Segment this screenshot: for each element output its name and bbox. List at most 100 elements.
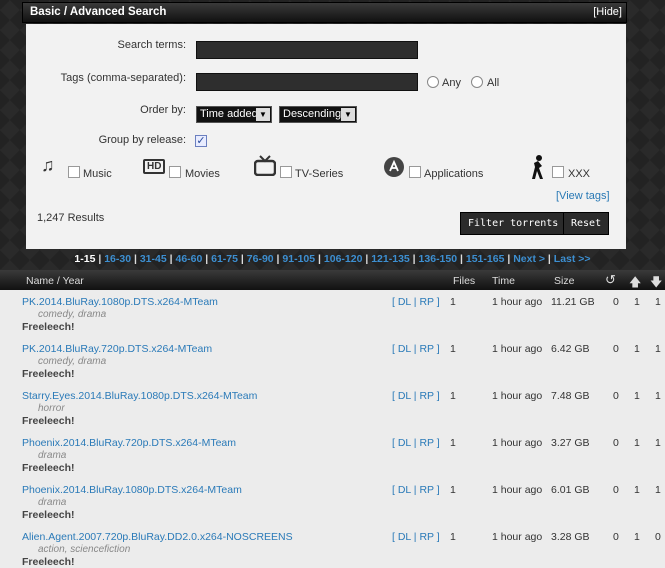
files-count: 1 bbox=[450, 390, 456, 402]
torrent-tags: comedy, drama bbox=[38, 356, 107, 367]
category-movies-checkbox[interactable] bbox=[169, 166, 181, 178]
page-link[interactable]: 136-150 bbox=[419, 253, 458, 265]
download-link[interactable]: DL bbox=[398, 296, 411, 308]
size-value: 3.28 GB bbox=[551, 531, 590, 543]
time-added: 1 hour ago bbox=[492, 531, 543, 543]
search-header: Basic / Advanced Search [Hide] bbox=[22, 2, 627, 23]
seeders-count: 1 bbox=[634, 343, 640, 355]
report-link[interactable]: RP bbox=[419, 390, 433, 402]
table-row: PK.2014.BluRay.720p.DTS.x264-MTeam comedy… bbox=[0, 337, 665, 384]
col-size[interactable]: Size bbox=[554, 275, 574, 287]
category-applications-checkbox[interactable] bbox=[409, 166, 421, 178]
category-xxx-label: XXX bbox=[568, 168, 591, 180]
torrent-name-link[interactable]: PK.2014.BluRay.720p.DTS.x264-MTeam bbox=[22, 343, 212, 355]
page-current: 1-15 bbox=[74, 253, 96, 265]
seeders-count: 1 bbox=[634, 437, 640, 449]
page-link[interactable]: 76-90 bbox=[247, 253, 274, 265]
page-link[interactable]: 121-135 bbox=[371, 253, 410, 265]
page-link[interactable]: 16-30 bbox=[104, 253, 131, 265]
page-link[interactable]: 91-105 bbox=[282, 253, 315, 265]
torrent-name-link[interactable]: PK.2014.BluRay.1080p.DTS.x264-MTeam bbox=[22, 296, 218, 308]
results-table-header: Name / Year Files Time Size ↺ 🡅 🡇 bbox=[0, 270, 665, 290]
files-count: 1 bbox=[450, 296, 456, 308]
report-link[interactable]: RP bbox=[419, 343, 433, 355]
page-link[interactable]: 61-75 bbox=[211, 253, 238, 265]
tags-all-label: All bbox=[487, 77, 500, 89]
chevron-down-icon: ▼ bbox=[341, 108, 355, 121]
size-value: 7.48 GB bbox=[551, 390, 590, 402]
snatched-count: 0 bbox=[613, 531, 619, 543]
category-music-checkbox[interactable] bbox=[68, 166, 80, 178]
col-files[interactable]: Files bbox=[453, 275, 475, 287]
table-row: Starry.Eyes.2014.BluRay.1080p.DTS.x264-M… bbox=[0, 384, 665, 431]
category-xxx-checkbox[interactable] bbox=[552, 166, 564, 178]
seeders-count: 1 bbox=[634, 390, 640, 402]
download-link[interactable]: DL bbox=[398, 390, 411, 402]
order-direction-select[interactable]: Descending ▼ bbox=[279, 106, 357, 123]
order-field-select[interactable]: Time added ▼ bbox=[196, 106, 272, 123]
dl-rp-links: [ DL | RP ] bbox=[392, 343, 440, 355]
filter-torrents-button[interactable]: Filter torrents bbox=[460, 212, 567, 235]
snatched-icon[interactable]: ↺ bbox=[605, 272, 616, 288]
torrent-name-link[interactable]: Alien.Agent.2007.720p.BluRay.DD2.0.x264-… bbox=[22, 531, 293, 543]
search-terms-input[interactable] bbox=[196, 41, 418, 59]
report-link[interactable]: RP bbox=[419, 484, 433, 496]
search-terms-label: Search terms: bbox=[117, 39, 186, 51]
next-page-link[interactable]: Next > bbox=[513, 253, 545, 265]
category-tv-checkbox[interactable] bbox=[280, 166, 292, 178]
page-link[interactable]: 106-120 bbox=[324, 253, 363, 265]
freeleech-badge: Freeleech! bbox=[22, 321, 75, 333]
time-added: 1 hour ago bbox=[492, 343, 543, 355]
torrent-name-link[interactable]: Phoenix.2014.BluRay.720p.DTS.x264-MTeam bbox=[22, 437, 236, 449]
reset-button[interactable]: Reset bbox=[563, 212, 610, 235]
snatched-count: 0 bbox=[613, 343, 619, 355]
tags-all-radio[interactable] bbox=[471, 76, 483, 88]
category-movies-label: Movies bbox=[185, 168, 220, 180]
table-row: PK.2014.BluRay.1080p.DTS.x264-MTeam comed… bbox=[0, 290, 665, 337]
page-link[interactable]: 46-60 bbox=[175, 253, 202, 265]
tags-any-label: Any bbox=[442, 77, 461, 89]
size-value: 3.27 GB bbox=[551, 437, 590, 449]
tags-label: Tags (comma-separated): bbox=[60, 72, 186, 84]
download-link[interactable]: DL bbox=[398, 343, 411, 355]
leechers-count: 0 bbox=[655, 531, 661, 543]
hide-toggle[interactable]: [Hide] bbox=[593, 6, 622, 18]
last-page-link[interactable]: Last >> bbox=[554, 253, 591, 265]
search-panel: Search terms: Tags (comma-separated): An… bbox=[26, 24, 626, 249]
tags-any-radio[interactable] bbox=[427, 76, 439, 88]
torrent-name-link[interactable]: Phoenix.2014.BluRay.1080p.DTS.x264-MTeam bbox=[22, 484, 242, 496]
torrent-tags: drama bbox=[38, 450, 67, 461]
snatched-count: 0 bbox=[613, 484, 619, 496]
download-link[interactable]: DL bbox=[398, 484, 411, 496]
group-release-label: Group by release: bbox=[98, 134, 186, 146]
report-link[interactable]: RP bbox=[419, 296, 433, 308]
freeleech-badge: Freeleech! bbox=[22, 509, 75, 521]
group-release-checkbox[interactable]: ✓ bbox=[195, 135, 207, 147]
view-tags-link[interactable]: [View tags] bbox=[556, 190, 610, 202]
report-link[interactable]: RP bbox=[419, 437, 433, 449]
time-added: 1 hour ago bbox=[492, 390, 543, 402]
order-by-label: Order by: bbox=[140, 104, 186, 116]
leechers-count: 1 bbox=[655, 390, 661, 402]
snatched-count: 0 bbox=[613, 390, 619, 402]
table-row: Phoenix.2014.BluRay.720p.DTS.x264-MTeam d… bbox=[0, 431, 665, 478]
report-link[interactable]: RP bbox=[419, 531, 433, 543]
dl-rp-links: [ DL | RP ] bbox=[392, 484, 440, 496]
silhouette-icon bbox=[530, 154, 546, 185]
download-link[interactable]: DL bbox=[398, 437, 411, 449]
dl-rp-links: [ DL | RP ] bbox=[392, 437, 440, 449]
size-value: 6.01 GB bbox=[551, 484, 590, 496]
page-link[interactable]: 151-165 bbox=[466, 253, 505, 265]
tags-input[interactable] bbox=[196, 73, 418, 91]
torrent-name-link[interactable]: Starry.Eyes.2014.BluRay.1080p.DTS.x264-M… bbox=[22, 390, 257, 402]
time-added: 1 hour ago bbox=[492, 484, 543, 496]
page-link[interactable]: 31-45 bbox=[140, 253, 167, 265]
download-link[interactable]: DL bbox=[398, 531, 411, 543]
music-note-icon: ♫ bbox=[41, 155, 55, 175]
snatched-count: 0 bbox=[613, 437, 619, 449]
col-name-year[interactable]: Name / Year bbox=[26, 275, 84, 287]
col-time[interactable]: Time bbox=[492, 275, 515, 287]
size-value: 11.21 GB bbox=[551, 296, 595, 308]
torrent-tags: horror bbox=[38, 403, 65, 414]
leechers-count: 1 bbox=[655, 437, 661, 449]
